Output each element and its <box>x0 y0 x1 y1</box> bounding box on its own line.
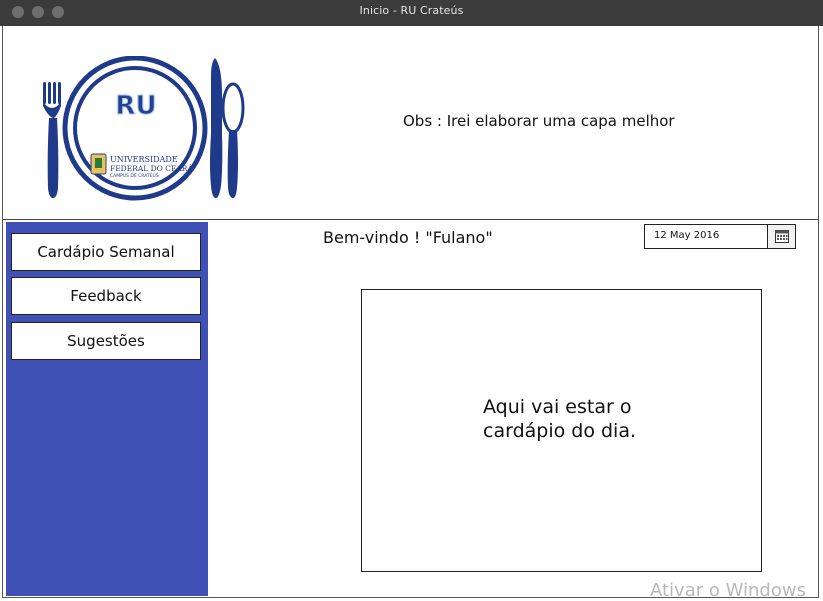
window-title: Inicio - RU Crateús <box>359 4 464 17</box>
activation-watermark: Ativar o Windows <box>650 580 806 601</box>
header-note: Obs : Irei elaborar uma capa melhor <box>403 112 675 130</box>
content-frame: RU UNIVERSIDADE FEDERAL DO CEARÁ CAMPUS … <box>2 26 819 598</box>
calendar-button[interactable] <box>767 225 795 248</box>
app-window: Inicio - RU Crateús RU UNIVERSIDADE FEDE… <box>0 0 823 601</box>
ru-logo: RU UNIVERSIDADE FEDERAL DO CEARÁ CAMPUS … <box>43 56 245 201</box>
daily-menu-panel: Aqui vai estar o cardápio do dia. <box>361 289 762 572</box>
sidebar-item-feedback[interactable]: Feedback <box>11 277 201 315</box>
daily-menu-line-1: Aqui vai estar o <box>483 396 632 418</box>
sidebar-item-weekly-menu[interactable]: Cardápio Semanal <box>11 233 201 271</box>
sidebar: Cardápio Semanal Feedback Sugestões <box>6 222 208 596</box>
fork-icon <box>43 82 61 198</box>
svg-text:FEDERAL DO CEARÁ: FEDERAL DO CEARÁ <box>110 164 193 173</box>
spoon-icon <box>221 82 245 198</box>
welcome-message: Bem-vindo ! "Fulano" <box>323 228 493 247</box>
sidebar-item-suggestions[interactable]: Sugestões <box>11 322 201 360</box>
svg-text:CAMPUS DE CRATEÚS: CAMPUS DE CRATEÚS <box>110 172 159 179</box>
daily-menu-placeholder: Aqui vai estar o cardápio do dia. <box>483 395 683 443</box>
date-picker[interactable]: 12 May 2016 <box>644 224 796 249</box>
svg-text:UNIVERSIDADE: UNIVERSIDADE <box>110 155 178 164</box>
calendar-icon <box>775 230 789 243</box>
title-bar: Inicio - RU Crateús <box>0 0 823 26</box>
svg-text:RU: RU <box>115 91 156 121</box>
daily-menu-line-2: cardápio do dia. <box>483 420 637 442</box>
header-banner: RU UNIVERSIDADE FEDERAL DO CEARÁ CAMPUS … <box>3 26 818 220</box>
date-value[interactable]: 12 May 2016 <box>654 230 719 241</box>
university-crest-icon <box>90 153 107 175</box>
knife-icon <box>210 58 223 198</box>
